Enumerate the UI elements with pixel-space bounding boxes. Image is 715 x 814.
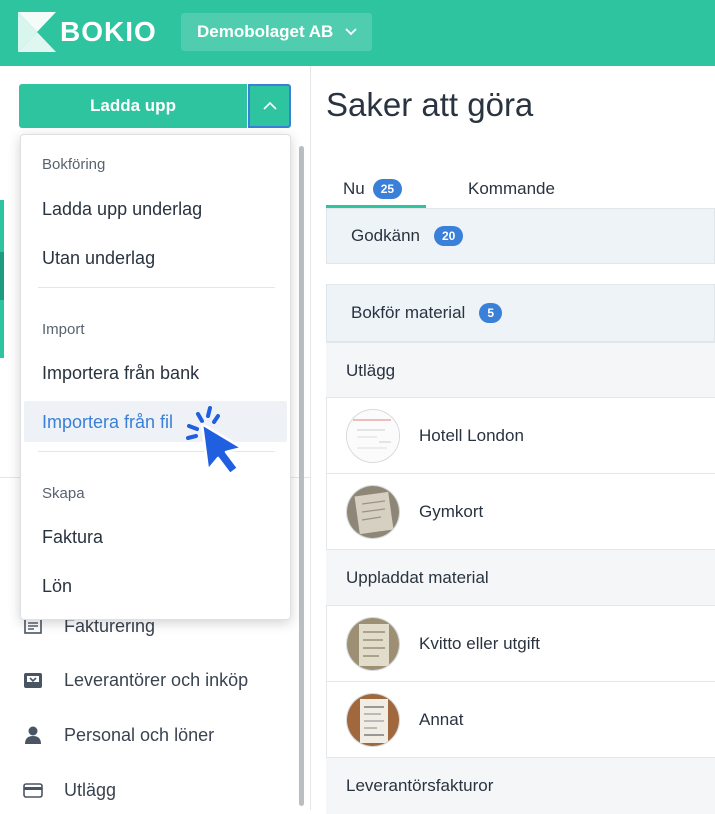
nav-active-indicator bbox=[0, 300, 4, 358]
upload-button[interactable]: Ladda upp bbox=[19, 84, 247, 128]
top-bar: BOKIO Demobolaget AB bbox=[0, 0, 715, 66]
logo-text: BOKIO bbox=[60, 16, 157, 47]
receipt-thumbnail bbox=[346, 408, 400, 463]
inbox-download-icon bbox=[24, 673, 42, 688]
menu-divider bbox=[38, 287, 275, 288]
menu-item-without-document[interactable]: Utan underlag bbox=[42, 248, 155, 269]
sidebar-scrollbar[interactable] bbox=[299, 146, 304, 806]
menu-section-title: Bokföring bbox=[42, 156, 106, 173]
list-item-label: Kvitto eller utgift bbox=[419, 633, 540, 653]
count-badge: 25 bbox=[372, 179, 403, 199]
list-item[interactable]: Kvitto eller utgift bbox=[326, 605, 715, 681]
menu-item-upload-document[interactable]: Ladda upp underlag bbox=[42, 199, 202, 220]
tab-now[interactable]: Nu 25 bbox=[343, 172, 403, 206]
approve-section[interactable]: Godkänn 20 bbox=[326, 208, 715, 264]
list-item[interactable]: Hotell London bbox=[326, 397, 715, 473]
group-header: Uppladdat material bbox=[326, 549, 715, 606]
nav-item-suppliers[interactable]: Leverantörer och inköp bbox=[22, 665, 248, 695]
chevron-down-icon bbox=[345, 28, 357, 36]
upload-menu-toggle[interactable] bbox=[248, 84, 291, 128]
click-cursor-icon bbox=[186, 406, 244, 476]
nav-active-indicator bbox=[0, 252, 4, 300]
bokio-logo[interactable]: BOKIO bbox=[18, 12, 157, 52]
nav-item-label: Utlägg bbox=[64, 779, 117, 800]
list-item[interactable]: Annat bbox=[326, 681, 715, 757]
menu-section-title: Skapa bbox=[42, 485, 85, 502]
person-icon bbox=[25, 726, 41, 744]
section-label: Bokför material bbox=[351, 303, 466, 322]
upload-dropdown-menu: Bokföring Ladda upp underlag Utan underl… bbox=[20, 134, 291, 620]
count-badge: 20 bbox=[434, 226, 464, 246]
book-material-section[interactable]: Bokför material 5 bbox=[326, 284, 715, 342]
tabs: Nu 25 Kommande bbox=[326, 172, 715, 208]
list-item[interactable]: Gymkort bbox=[326, 473, 715, 549]
menu-item-import-file[interactable]: Importera från fil bbox=[42, 412, 173, 433]
nav-item-label: Leverantörer och inköp bbox=[64, 669, 249, 690]
menu-item-invoice[interactable]: Faktura bbox=[42, 527, 103, 548]
nav-active-indicator bbox=[0, 200, 4, 252]
bokio-logo-icon bbox=[18, 12, 56, 52]
list-item-label: Hotell London bbox=[419, 425, 524, 445]
company-switcher[interactable]: Demobolaget AB bbox=[181, 13, 372, 51]
nav-item-expenses[interactable]: Utlägg bbox=[22, 775, 116, 805]
tab-upcoming[interactable]: Kommande bbox=[468, 172, 555, 206]
group-header: Leverantörsfakturor bbox=[326, 757, 715, 814]
page-title: Saker att göra bbox=[326, 86, 534, 123]
section-label: Godkänn bbox=[351, 226, 420, 245]
menu-section-title: Import bbox=[42, 321, 85, 338]
menu-item-import-bank[interactable]: Importera från bank bbox=[42, 363, 199, 384]
receipt-thumbnail bbox=[346, 484, 400, 539]
count-badge: 5 bbox=[479, 303, 503, 323]
menu-item-salary[interactable]: Lön bbox=[42, 576, 72, 597]
tab-label: Nu bbox=[343, 179, 365, 198]
list-item-label: Annat bbox=[419, 709, 464, 729]
card-icon bbox=[23, 783, 43, 798]
company-name: Demobolaget AB bbox=[197, 22, 334, 41]
receipt-thumbnail bbox=[346, 692, 400, 747]
chevron-up-icon bbox=[262, 101, 277, 110]
main-content: Saker att göra Nu 25 Kommande Godkänn 20… bbox=[311, 66, 715, 814]
group-header: Utlägg bbox=[326, 342, 715, 399]
nav-item-personnel[interactable]: Personal och löner bbox=[22, 720, 214, 750]
receipt-thumbnail bbox=[346, 616, 400, 671]
nav-item-label: Personal och löner bbox=[64, 724, 215, 745]
list-item-label: Gymkort bbox=[419, 501, 484, 521]
tab-label: Kommande bbox=[468, 179, 555, 198]
